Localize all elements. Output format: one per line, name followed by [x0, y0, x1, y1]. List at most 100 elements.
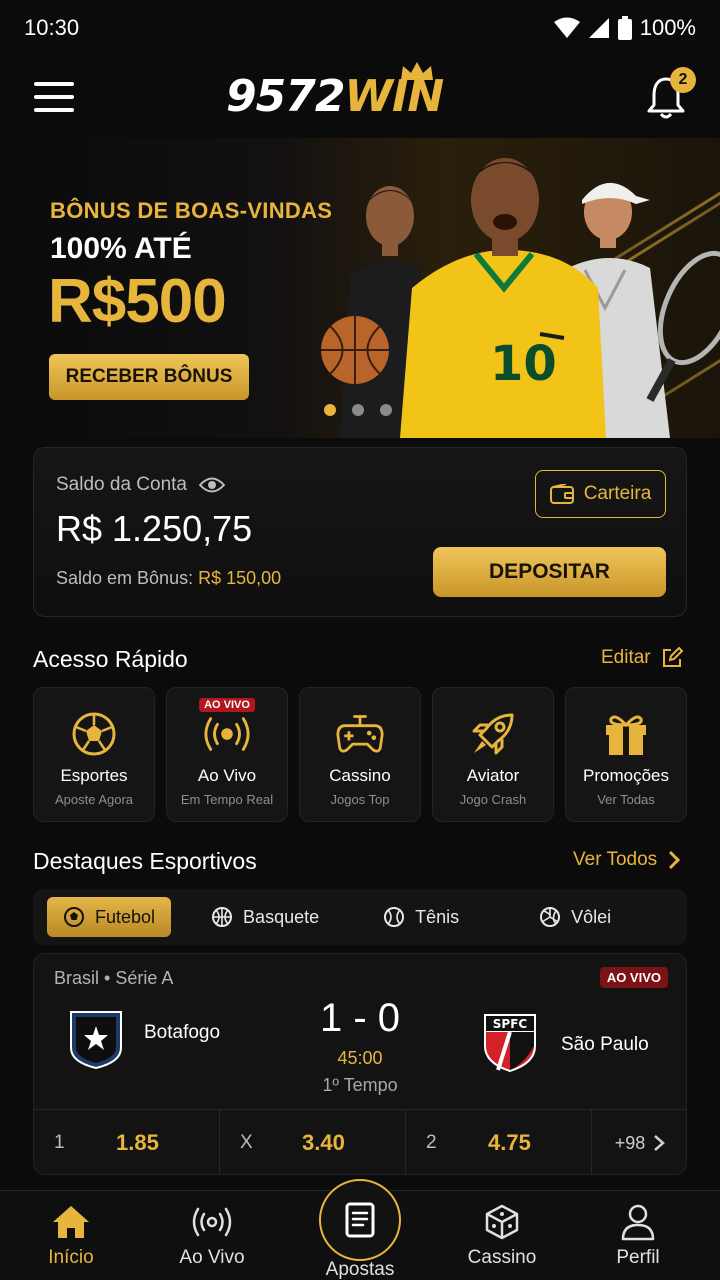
logo-number: 9572	[226, 71, 345, 122]
nav-bets-label: Apostas	[325, 1259, 395, 1280]
match-score: 1 - 0	[319, 996, 401, 1040]
away-team-name: São Paulo	[561, 1034, 649, 1055]
rocket-icon	[472, 713, 514, 755]
crown-icon	[401, 62, 434, 80]
wallet-icon	[549, 484, 574, 504]
broadcast-icon	[204, 717, 250, 751]
cellular-signal-icon	[588, 18, 609, 38]
home-icon	[53, 1206, 89, 1238]
banner-eyebrow: BÔNUS DE BOAS-VINDAS	[50, 198, 333, 223]
bottom-navigation: Início Ao Vivo Apostas Cassino Perfil	[0, 1179, 720, 1280]
betslip-icon	[345, 1202, 375, 1238]
quick-access-sublabel: Aposte Agora	[54, 792, 134, 807]
broadcast-icon	[192, 1207, 232, 1237]
match-period: 1º Tempo	[322, 1075, 398, 1095]
user-icon	[621, 1204, 655, 1241]
nav-profile[interactable]: Perfil	[583, 1191, 693, 1280]
notification-badge: 2	[670, 67, 696, 93]
bonus-balance-value: R$ 150,00	[198, 568, 282, 588]
deposit-button[interactable]: DEPOSITAR	[433, 547, 666, 597]
quick-access-sports[interactable]: Esportes Aposte Agora	[33, 687, 155, 822]
claim-bonus-button[interactable]: RECEBER BÔNUS	[49, 354, 249, 400]
balance-card: Saldo da Conta R$ 1.250,75 Saldo em Bônu…	[33, 447, 687, 617]
quick-access-sublabel: Em Tempo Real	[180, 792, 274, 807]
battery-percent: 100%	[639, 15, 696, 40]
carousel-dot[interactable]	[324, 404, 336, 416]
quick-access-title: Acesso Rápido	[33, 646, 188, 672]
nav-casino[interactable]: Cassino	[447, 1191, 557, 1280]
edit-label: Editar	[601, 647, 651, 668]
quick-access-live[interactable]: AO VIVO Ao Vivo Em Tempo Real	[166, 687, 288, 822]
balance-value: R$ 1.250,75	[56, 508, 253, 549]
volleyball-icon	[540, 907, 561, 927]
quick-access-label: Aviator	[466, 766, 520, 785]
status-icons: 100%	[553, 15, 696, 41]
status-bar: 10:30 100%	[0, 0, 720, 56]
odd-draw[interactable]: X 3.40	[220, 1110, 406, 1174]
see-all-link[interactable]: Ver Todos	[573, 849, 681, 871]
bonus-balance-label: Saldo em Bônus:	[56, 568, 194, 588]
dice-icon	[485, 1204, 519, 1240]
jersey-number: 10	[490, 336, 557, 392]
more-markets-button[interactable]: +98	[592, 1110, 686, 1174]
wallet-button[interactable]: Carteira	[535, 470, 666, 518]
quick-access-sublabel: Jogo Crash	[459, 792, 527, 807]
edit-icon	[662, 647, 683, 667]
quick-access-label: Esportes	[60, 766, 128, 785]
quick-access-aviator[interactable]: Aviator Jogo Crash	[432, 687, 554, 822]
tab-football[interactable]: Futebol	[47, 897, 172, 937]
tab-label: Vôlei	[571, 906, 612, 927]
quick-access-casino[interactable]: Cassino Jogos Top	[299, 687, 421, 822]
brand-logo[interactable]: 9572WIN	[226, 62, 444, 122]
odd-value: 1.85	[116, 1130, 159, 1155]
quick-access-promotions[interactable]: Promoções Ver Todas	[565, 687, 687, 822]
tab-label: Tênis	[415, 906, 460, 927]
battery-icon	[617, 16, 632, 40]
highlights-title: Destaques Esportivos	[33, 848, 257, 874]
basketball-icon	[212, 907, 233, 927]
nav-bets[interactable]	[319, 1179, 401, 1261]
tab-volleyball[interactable]: Vôlei	[523, 897, 627, 937]
notifications-button[interactable]: 2	[646, 67, 696, 119]
tab-label: Basquete	[243, 906, 320, 927]
tab-tennis[interactable]: Tênis	[367, 897, 475, 937]
gamepad-icon	[336, 715, 384, 753]
nav-label: Perfil	[616, 1247, 660, 1268]
nav-label: Cassino	[467, 1247, 537, 1268]
athletes-illustration: 10	[321, 158, 720, 438]
nav-live[interactable]: Ao Vivo	[157, 1191, 267, 1280]
eye-icon[interactable]	[199, 476, 225, 494]
wifi-icon	[553, 17, 580, 38]
carousel-dot[interactable]	[352, 404, 364, 416]
balance-label-row: Saldo da Conta	[56, 474, 225, 496]
match-clock: 45:00	[337, 1048, 383, 1068]
banner-headline: 100% ATÉ	[50, 232, 192, 265]
more-markets-count: +98	[614, 1132, 646, 1153]
odd-label: 1	[54, 1132, 65, 1153]
soccer-ball-icon	[72, 712, 116, 756]
promo-banner[interactable]: BÔNUS DE BOAS-VINDAS 100% ATÉ R$500 RECE…	[0, 138, 720, 438]
balance-label: Saldo da Conta	[56, 474, 187, 495]
match-card[interactable]: Brasil • Série A AO VIVO Botafogo 1 - 0 …	[33, 953, 687, 1175]
live-badge: AO VIVO	[599, 967, 668, 988]
bonus-balance: Saldo em Bônus: R$ 150,00	[56, 568, 281, 589]
carousel-dot[interactable]	[380, 404, 392, 416]
tab-label: Futebol	[95, 906, 156, 927]
gift-icon	[606, 715, 646, 755]
menu-button[interactable]	[34, 82, 74, 112]
away-crest-letters: SPFC	[493, 1017, 528, 1031]
edit-quick-access-button[interactable]: Editar	[601, 647, 683, 669]
botafogo-crest-icon	[70, 1011, 122, 1070]
chevron-right-icon	[669, 850, 681, 870]
nav-home[interactable]: Início	[16, 1191, 126, 1280]
league-name: Brasil • Série A	[54, 968, 174, 988]
sao-paulo-crest-icon: SPFC	[484, 1014, 536, 1072]
tennis-ball-icon	[384, 907, 405, 927]
tab-basketball[interactable]: Basquete	[195, 897, 335, 937]
wallet-button-label: Carteira	[583, 483, 652, 504]
quick-access-label: Promoções	[583, 766, 669, 785]
odd-value: 4.75	[488, 1130, 531, 1155]
menu-icon-bar	[34, 108, 74, 112]
odd-away[interactable]: 2 4.75	[406, 1110, 592, 1174]
odd-home[interactable]: 1 1.85	[34, 1110, 220, 1174]
